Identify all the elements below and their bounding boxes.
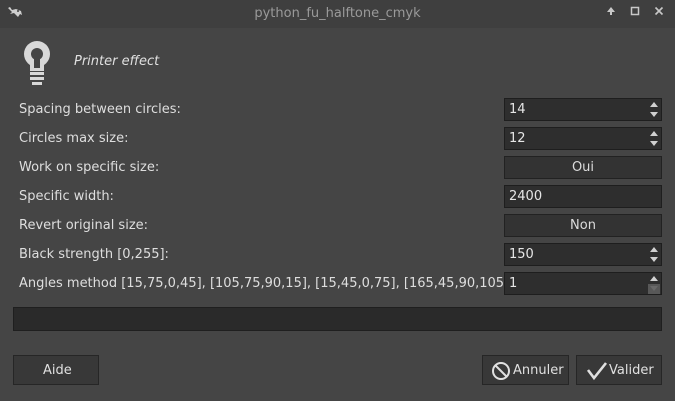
maximize-up-button[interactable] <box>603 5 619 21</box>
work-specific-label: Work on specific size: <box>19 160 160 175</box>
black-strength-value[interactable]: 150 <box>509 247 534 262</box>
circles-max-value[interactable]: 12 <box>509 131 526 146</box>
cancel-icon <box>492 362 510 380</box>
checkmark-icon <box>586 362 608 381</box>
increment-icon[interactable] <box>650 247 658 252</box>
angles-method-spinbox[interactable]: 1 <box>504 272 662 295</box>
angles-method-label: Angles method [15,75,0,45], [105,75,90,1… <box>19 276 518 291</box>
black-strength-label: Black strength [0,255]: <box>19 247 169 262</box>
plugin-description: Printer effect <box>74 54 160 69</box>
circles-max-spinbox[interactable]: 12 <box>504 127 662 150</box>
revert-original-toggle[interactable]: Non <box>504 214 662 237</box>
window-title: python_fu_halftone_cmyk <box>254 6 421 21</box>
circles-max-label: Circles max size: <box>19 131 129 146</box>
decrement-icon[interactable] <box>650 141 658 146</box>
spacing-spinbox[interactable]: 14 <box>504 98 662 121</box>
decrement-icon <box>650 286 658 291</box>
help-button-label: Aide <box>43 363 72 378</box>
ok-button-label: Valider <box>609 363 654 378</box>
ok-button[interactable]: Valider <box>576 355 662 385</box>
cancel-button-label: Annuler <box>513 363 564 378</box>
cancel-button[interactable]: Annuler <box>482 355 569 385</box>
revert-original-label: Revert original size: <box>19 218 149 233</box>
spacing-value[interactable]: 14 <box>509 102 526 117</box>
lightbulb-icon <box>24 41 50 85</box>
work-specific-toggle[interactable]: Oui <box>504 156 662 179</box>
specific-width-label: Specific width: <box>19 189 114 204</box>
angles-method-value[interactable]: 1 <box>509 276 517 291</box>
square-icon <box>630 6 640 16</box>
close-button[interactable] <box>651 5 667 21</box>
increment-icon[interactable] <box>650 276 658 281</box>
increment-icon[interactable] <box>650 102 658 107</box>
specific-width-value[interactable]: 2400 <box>509 189 542 204</box>
progress-bar <box>13 307 662 331</box>
increment-icon[interactable] <box>650 131 658 136</box>
decrement-icon[interactable] <box>650 112 658 117</box>
black-strength-spinbox[interactable]: 150 <box>504 243 662 266</box>
arrow-up-icon <box>607 7 615 15</box>
close-icon <box>654 6 664 16</box>
help-button[interactable]: Aide <box>13 355 99 385</box>
spacing-label: Spacing between circles: <box>19 102 181 117</box>
decrement-icon[interactable] <box>650 257 658 262</box>
restore-button[interactable] <box>627 5 643 21</box>
specific-width-input[interactable]: 2400 <box>504 185 662 208</box>
title-bar: python_fu_halftone_cmyk <box>0 0 675 28</box>
